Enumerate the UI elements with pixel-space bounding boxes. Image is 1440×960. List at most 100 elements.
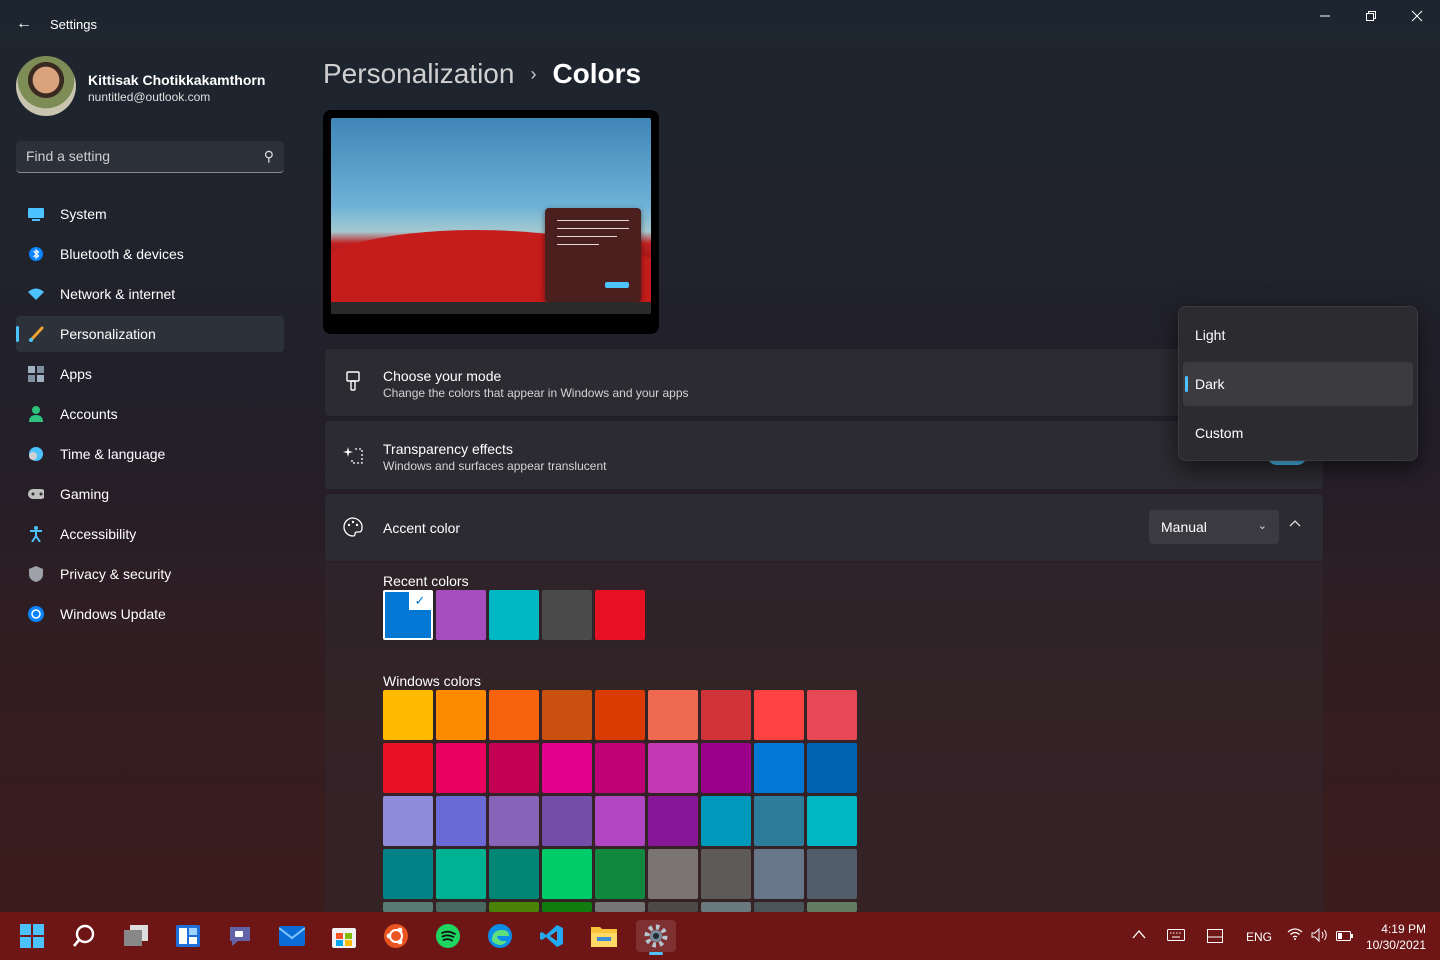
file-explorer-icon[interactable] (584, 920, 624, 952)
color-swatch[interactable] (807, 690, 857, 740)
color-swatch[interactable] (754, 902, 804, 912)
color-swatch[interactable] (648, 690, 698, 740)
color-swatch[interactable] (701, 902, 751, 912)
search-icon[interactable]: ⚲ (264, 148, 274, 165)
color-swatch[interactable] (807, 796, 857, 846)
edge-icon[interactable] (480, 920, 520, 952)
color-swatch[interactable] (383, 902, 433, 912)
settings-icon[interactable] (636, 920, 676, 955)
user-profile[interactable]: Kittisak Chotikkakamthorn nuntitled@outl… (16, 56, 286, 116)
color-swatch[interactable] (383, 743, 433, 793)
sidebar-item-personalization[interactable]: Personalization (16, 316, 284, 352)
sidebar-item-bluetooth[interactable]: Bluetooth & devices (16, 236, 284, 272)
breadcrumb-parent[interactable]: Personalization (323, 58, 514, 90)
sidebar-item-accessibility[interactable]: Accessibility (16, 516, 284, 552)
color-swatch[interactable] (489, 796, 539, 846)
transparency-title: Transparency effects (383, 441, 513, 457)
color-swatch[interactable] (807, 743, 857, 793)
sidebar-item-network[interactable]: Network & internet (16, 276, 284, 312)
color-swatch[interactable] (595, 796, 645, 846)
color-swatch[interactable] (436, 690, 486, 740)
keyboard-icon[interactable] (1167, 929, 1185, 944)
color-swatch[interactable] (807, 849, 857, 899)
color-swatch[interactable] (648, 796, 698, 846)
color-swatch[interactable] (754, 849, 804, 899)
store-icon[interactable] (324, 920, 364, 952)
wifi-icon[interactable] (1287, 928, 1303, 943)
mode-option-light[interactable]: Light (1183, 313, 1413, 357)
color-swatch[interactable] (436, 743, 486, 793)
ubuntu-icon[interactable] (376, 920, 416, 952)
clock[interactable]: 4:19 PM 10/30/2021 (1366, 921, 1426, 953)
color-swatch[interactable] (595, 849, 645, 899)
sidebar-item-windows-update[interactable]: Windows Update (16, 596, 284, 632)
palette-icon (343, 517, 363, 537)
color-swatch[interactable]: ✓ (383, 590, 433, 640)
search-box[interactable]: ⚲ (16, 141, 284, 173)
color-swatch[interactable] (436, 902, 486, 912)
color-swatch[interactable] (701, 796, 751, 846)
color-swatch[interactable] (754, 743, 804, 793)
battery-icon[interactable] (1336, 930, 1354, 944)
color-swatch[interactable] (648, 849, 698, 899)
color-swatch[interactable] (542, 796, 592, 846)
choose-mode-card[interactable]: Choose your mode Change the colors that … (325, 349, 1323, 416)
sidebar-item-privacy[interactable]: Privacy & security (16, 556, 284, 592)
minimize-button[interactable] (1302, 0, 1348, 32)
color-swatch[interactable] (489, 743, 539, 793)
sidebar-item-accounts[interactable]: Accounts (16, 396, 284, 432)
color-swatch[interactable] (701, 690, 751, 740)
accent-mode-dropdown[interactable]: Manual ⌄ (1149, 510, 1279, 544)
touch-keyboard-icon[interactable] (1207, 929, 1223, 946)
back-button[interactable]: ← (10, 10, 38, 38)
color-swatch[interactable] (595, 902, 645, 912)
color-swatch[interactable] (489, 849, 539, 899)
color-swatch[interactable] (807, 902, 857, 912)
search-input[interactable] (26, 148, 246, 164)
color-swatch[interactable] (542, 743, 592, 793)
color-swatch[interactable] (648, 743, 698, 793)
color-swatch[interactable] (701, 743, 751, 793)
color-swatch[interactable] (701, 849, 751, 899)
color-swatch[interactable] (595, 690, 645, 740)
color-swatch[interactable] (489, 590, 539, 640)
mode-option-dark[interactable]: Dark (1183, 362, 1413, 406)
color-swatch[interactable] (542, 902, 592, 912)
widgets-icon[interactable] (168, 920, 208, 952)
task-view-icon[interactable] (116, 920, 156, 952)
mode-option-custom[interactable]: Custom (1183, 411, 1413, 455)
search-icon[interactable] (64, 920, 104, 952)
color-swatch[interactable] (383, 796, 433, 846)
windows-start-icon[interactable] (12, 920, 52, 952)
chevron-up-icon[interactable] (1132, 928, 1146, 942)
spotify-icon[interactable] (428, 920, 468, 952)
restore-button[interactable] (1348, 0, 1394, 32)
color-swatch[interactable] (542, 690, 592, 740)
sidebar-item-system[interactable]: System (16, 196, 284, 232)
color-swatch[interactable] (754, 690, 804, 740)
color-swatch[interactable] (489, 690, 539, 740)
color-swatch[interactable] (489, 902, 539, 912)
color-swatch[interactable] (383, 849, 433, 899)
color-swatch[interactable] (595, 743, 645, 793)
volume-icon[interactable] (1311, 927, 1329, 945)
vscode-icon[interactable] (532, 920, 572, 952)
mail-icon[interactable] (272, 920, 312, 952)
color-swatch[interactable] (754, 796, 804, 846)
sidebar-item-gaming[interactable]: Gaming (16, 476, 284, 512)
accent-color-card[interactable]: Accent color Manual ⌄ (325, 494, 1323, 561)
color-swatch[interactable] (542, 849, 592, 899)
color-swatch[interactable] (383, 690, 433, 740)
color-swatch[interactable] (436, 590, 486, 640)
teams-chat-icon[interactable] (220, 920, 260, 952)
close-button[interactable] (1394, 0, 1440, 32)
color-swatch[interactable] (648, 902, 698, 912)
color-swatch[interactable] (595, 590, 645, 640)
color-swatch[interactable] (436, 796, 486, 846)
language-indicator[interactable]: ENG (1246, 930, 1272, 944)
sidebar-item-apps[interactable]: Apps (16, 356, 284, 392)
color-swatch[interactable] (436, 849, 486, 899)
color-swatch[interactable] (542, 590, 592, 640)
sidebar-item-time-language[interactable]: Time & language (16, 436, 284, 472)
collapse-button[interactable] (1289, 516, 1301, 530)
